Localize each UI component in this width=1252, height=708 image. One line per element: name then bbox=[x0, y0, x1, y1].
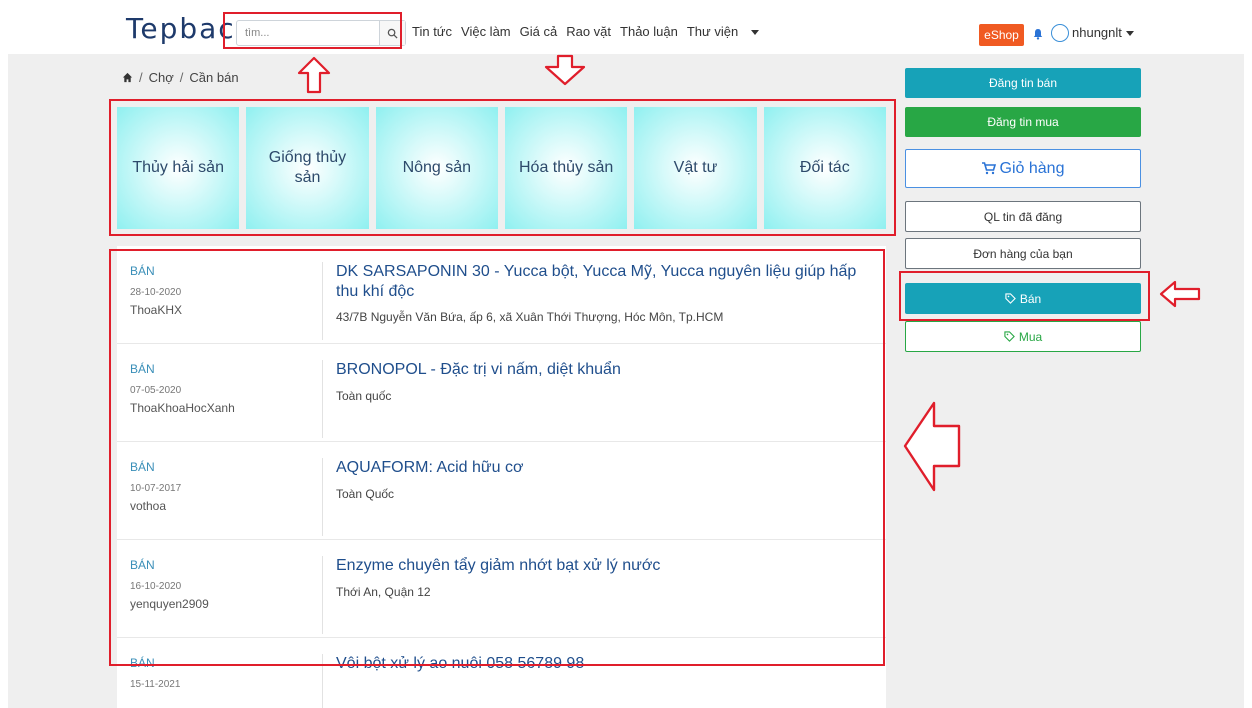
search-input[interactable] bbox=[237, 21, 381, 45]
listing-location: Toàn Quốc bbox=[336, 487, 395, 501]
listing-location: Toàn quốc bbox=[336, 389, 392, 403]
arrow-down-icon bbox=[544, 54, 586, 86]
main-nav: Tin tức Việc làm Giá cả Rao vặt Thảo luậ… bbox=[412, 24, 768, 39]
listing-title[interactable]: DK SARSAPONIN 30 - Yucca bột, Yucca Mỹ, … bbox=[336, 262, 876, 302]
category-partners[interactable]: Đối tác bbox=[763, 107, 886, 229]
bell-icon[interactable] bbox=[1032, 28, 1044, 40]
divider bbox=[322, 458, 323, 536]
listing-location: 43/7B Nguyễn Văn Bứa, ấp 6, xã Xuân Thới… bbox=[336, 310, 724, 324]
cart-icon bbox=[981, 162, 996, 175]
username-label: nhungnlt bbox=[1072, 25, 1122, 40]
divider bbox=[322, 360, 323, 438]
search-icon bbox=[387, 28, 398, 39]
listing-type: BÁN bbox=[130, 362, 155, 376]
top-header: Tepbac Tin tức Việc làm Giá cả Rao vặt T… bbox=[0, 0, 1252, 54]
category-aquatic-seed[interactable]: Giống thủy sản bbox=[246, 107, 369, 229]
listing-type: BÁN bbox=[130, 460, 155, 474]
breadcrumb-market[interactable]: Chợ bbox=[149, 70, 174, 85]
nav-item-prices[interactable]: Giá cả bbox=[520, 24, 558, 39]
listing-type: BÁN bbox=[130, 558, 155, 572]
arrow-left-icon bbox=[903, 401, 961, 492]
listing-title[interactable]: Enzyme chuyên tẩy giảm nhớt bạt xử lý nư… bbox=[336, 556, 876, 576]
listing-type: BÁN bbox=[130, 264, 155, 278]
category-supplies[interactable]: Vật tư bbox=[634, 107, 757, 229]
cart-label: Giỏ hàng bbox=[999, 159, 1065, 177]
listing-user[interactable]: ThoaKhoaHocXanh bbox=[130, 401, 235, 415]
user-menu[interactable]: nhungnlt bbox=[1072, 25, 1134, 40]
nav-item-library[interactable]: Thư viện bbox=[686, 24, 760, 39]
post-buy-button[interactable]: Đăng tin mua bbox=[905, 107, 1141, 137]
nav-item-library-label: Thư viện bbox=[686, 24, 739, 39]
list-item[interactable]: BÁN 16-10-2020 yenquyen2909 Enzyme chuyê… bbox=[117, 540, 886, 638]
listing-title[interactable]: Vôi bột xử lý ao nuôi 058 56789 98 bbox=[336, 654, 876, 674]
arrow-left-icon bbox=[1159, 280, 1201, 308]
search-box bbox=[236, 20, 406, 46]
listing-title[interactable]: AQUAFORM: Acid hữu cơ bbox=[336, 458, 876, 478]
tag-icon bbox=[1005, 293, 1016, 304]
breadcrumb: / Chợ / Cần bán bbox=[122, 70, 239, 85]
list-item[interactable]: BÁN 15-11-2021 Vôi bột xử lý ao nuôi 058… bbox=[117, 638, 886, 708]
eshop-button[interactable]: eShop bbox=[979, 24, 1024, 46]
listing-type: BÁN bbox=[130, 656, 155, 670]
listing-user[interactable]: vothoa bbox=[130, 499, 166, 513]
list-item[interactable]: BÁN 07-05-2020 ThoaKhoaHocXanh BRONOPOL … bbox=[117, 344, 886, 442]
listing-date: 16-10-2020 bbox=[130, 581, 182, 592]
home-icon[interactable] bbox=[122, 72, 133, 83]
arrow-up-icon bbox=[297, 56, 331, 94]
list-item[interactable]: BÁN 10-07-2017 vothoa AQUAFORM: Acid hữu… bbox=[117, 442, 886, 540]
cart-button[interactable]: Giỏ hàng bbox=[905, 149, 1141, 188]
listing-location: Thới An, Quận 12 bbox=[336, 585, 431, 599]
nav-item-jobs[interactable]: Việc làm bbox=[461, 24, 511, 39]
nav-item-discussion[interactable]: Thảo luận bbox=[620, 24, 678, 39]
list-item[interactable]: BÁN 28-10-2020 ThoaKHX DK SARSAPONIN 30 … bbox=[117, 246, 886, 344]
breadcrumb-separator: / bbox=[179, 70, 184, 85]
listing-date: 15-11-2021 bbox=[130, 679, 181, 690]
your-orders-button[interactable]: Đơn hàng của bạn bbox=[905, 238, 1141, 269]
buy-label: Mua bbox=[1018, 329, 1043, 344]
listing-date: 10-07-2017 bbox=[130, 483, 182, 494]
nav-item-news[interactable]: Tin tức bbox=[412, 24, 452, 39]
search-button[interactable] bbox=[379, 21, 405, 45]
divider bbox=[322, 556, 323, 634]
listing-user[interactable]: ThoaKHX bbox=[130, 303, 182, 317]
category-seafood[interactable]: Thủy hải sản bbox=[117, 107, 240, 229]
sell-filter-button[interactable]: Bán bbox=[905, 283, 1141, 314]
category-tiles: Thủy hải sản Giống thủy sản Nông sản Hóa… bbox=[117, 107, 886, 229]
chevron-down-icon bbox=[1125, 31, 1134, 37]
tag-icon bbox=[1004, 331, 1015, 342]
listing-list: BÁN 28-10-2020 ThoaKHX DK SARSAPONIN 30 … bbox=[117, 246, 886, 708]
listing-user[interactable]: yenquyen2909 bbox=[130, 597, 209, 611]
breadcrumb-separator: / bbox=[139, 70, 143, 85]
listing-date: 07-05-2020 bbox=[130, 385, 182, 396]
category-agriculture[interactable]: Nông sản bbox=[375, 107, 498, 229]
breadcrumb-for-sale: Cần bán bbox=[189, 70, 239, 85]
avatar[interactable] bbox=[1051, 24, 1069, 42]
chevron-down-icon bbox=[751, 30, 760, 36]
category-aqua-chemicals[interactable]: Hóa thủy sản bbox=[504, 107, 628, 229]
manage-posts-button[interactable]: QL tin đã đăng bbox=[905, 201, 1141, 232]
logo[interactable]: Tepbac bbox=[126, 14, 236, 44]
divider bbox=[322, 262, 323, 340]
nav-item-classifieds[interactable]: Rao vặt bbox=[566, 24, 611, 39]
sell-label: Bán bbox=[1019, 291, 1042, 306]
buy-filter-button[interactable]: Mua bbox=[905, 321, 1141, 352]
post-sell-button[interactable]: Đăng tin bán bbox=[905, 68, 1141, 98]
listing-title[interactable]: BRONOPOL - Đặc trị vi nấm, diệt khuẩn bbox=[336, 360, 876, 380]
listing-date: 28-10-2020 bbox=[130, 287, 182, 298]
divider bbox=[322, 654, 323, 708]
